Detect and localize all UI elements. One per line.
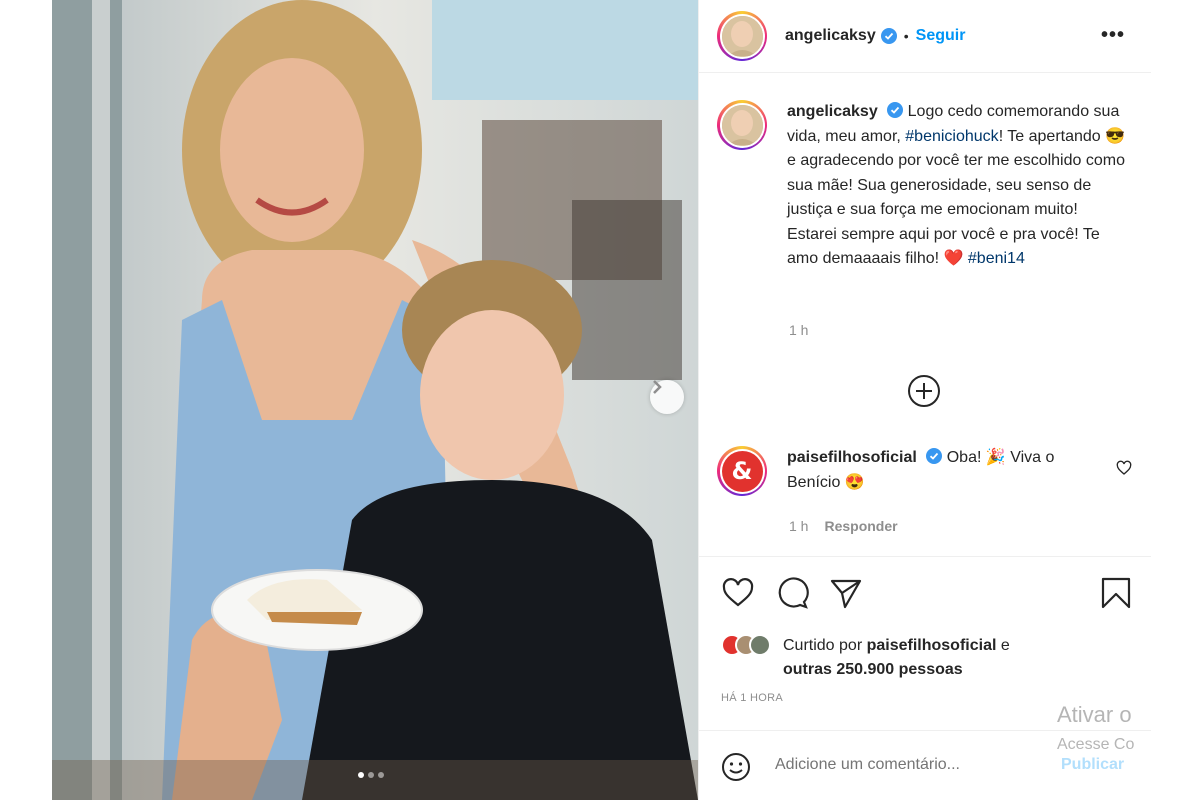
hashtag-link[interactable]: #beni14 — [968, 250, 1025, 267]
reply-button[interactable]: Responder — [824, 518, 897, 534]
likes-prefix: Curtido por — [783, 637, 867, 654]
commenter-username[interactable]: paisefilhosoficial — [787, 449, 917, 466]
likes-text: Curtido por paisefilhosoficial e outras … — [783, 634, 1010, 682]
verified-badge-icon — [887, 102, 904, 118]
emoji-picker-icon[interactable] — [721, 752, 751, 782]
carousel-dot — [378, 772, 384, 778]
liker-avatar[interactable] — [749, 634, 771, 656]
author-avatar[interactable] — [717, 11, 767, 61]
comment-bubble-icon[interactable] — [775, 576, 809, 610]
likes-summary: Curtido por paisefilhosoficial e outras … — [721, 634, 1010, 682]
carousel-dot-active — [358, 772, 364, 778]
publish-button[interactable]: Publicar — [1061, 756, 1124, 774]
avatar-photo — [721, 15, 763, 57]
liker-username[interactable]: paisefilhosoficial — [867, 637, 997, 654]
add-comment-input[interactable] — [775, 756, 1055, 774]
divider — [699, 730, 1151, 731]
verified-badge-icon — [926, 448, 943, 464]
comment-item: & paisefilhosoficial Oba! 🎉 Viva o Beníc… — [717, 446, 1137, 496]
caption-body-2: ! Te apertando — [998, 127, 1106, 145]
caption-text: angelicaksy Logo cedo comemorando sua vi… — [787, 100, 1127, 272]
sunglasses-emoji-icon: 😎 — [1105, 127, 1126, 145]
like-comment-heart-icon[interactable] — [1116, 460, 1132, 476]
caption-avatar[interactable] — [717, 100, 767, 150]
post-photo[interactable] — [52, 0, 698, 800]
more-options-icon[interactable]: ••• — [1101, 24, 1125, 47]
carousel-dot — [368, 772, 374, 778]
author-username[interactable]: angelicaksy — [785, 27, 876, 45]
photo-illustration — [52, 0, 698, 800]
like-heart-icon[interactable] — [721, 576, 755, 610]
load-more-comments-icon[interactable] — [907, 374, 941, 408]
post-panel: angelicaksy • Seguir ••• angelicaksy Log… — [698, 0, 1151, 800]
comment-body-1: Oba! — [946, 449, 986, 466]
verified-badge-icon — [880, 28, 897, 44]
activation-watermark: Ativar o — [1057, 702, 1132, 727]
divider — [699, 556, 1151, 557]
caption-time[interactable]: 1 h — [789, 322, 808, 338]
commenter-avatar[interactable]: & — [717, 446, 767, 496]
next-photo-button[interactable] — [650, 380, 684, 414]
header-separator: • — [903, 28, 909, 44]
chevron-right-icon — [653, 380, 662, 394]
avatar-photo — [721, 104, 763, 146]
save-bookmark-icon[interactable] — [1099, 576, 1133, 610]
share-send-icon[interactable] — [829, 576, 863, 610]
comment-meta: 1 h Responder — [789, 518, 898, 534]
heart-eyes-emoji-icon: 😍 — [844, 473, 865, 491]
post-caption: angelicaksy Logo cedo comemorando sua vi… — [717, 100, 1137, 272]
comment-time[interactable]: 1 h — [789, 518, 808, 534]
follow-button[interactable]: Seguir — [916, 27, 966, 45]
post-timestamp[interactable]: HÁ 1 HORA — [721, 692, 783, 704]
caption-username[interactable]: angelicaksy — [787, 103, 878, 120]
heart-emoji-icon: ❤️ — [943, 250, 964, 267]
brand-logo: & — [731, 457, 753, 485]
activation-watermark-sub: Acesse Co — [1057, 736, 1135, 753]
comment-text: paisefilhosoficial Oba! 🎉 Viva o Benício… — [787, 446, 1112, 496]
likes-count-link[interactable]: outras 250.900 pessoas — [783, 661, 963, 678]
carousel-indicator — [358, 772, 384, 778]
hashtag-link[interactable]: #beniciohuck — [905, 128, 998, 145]
likes-suffix: e — [996, 637, 1010, 654]
post-header: angelicaksy • Seguir ••• — [699, 0, 1151, 73]
party-emoji-icon: 🎉 — [985, 449, 1006, 466]
